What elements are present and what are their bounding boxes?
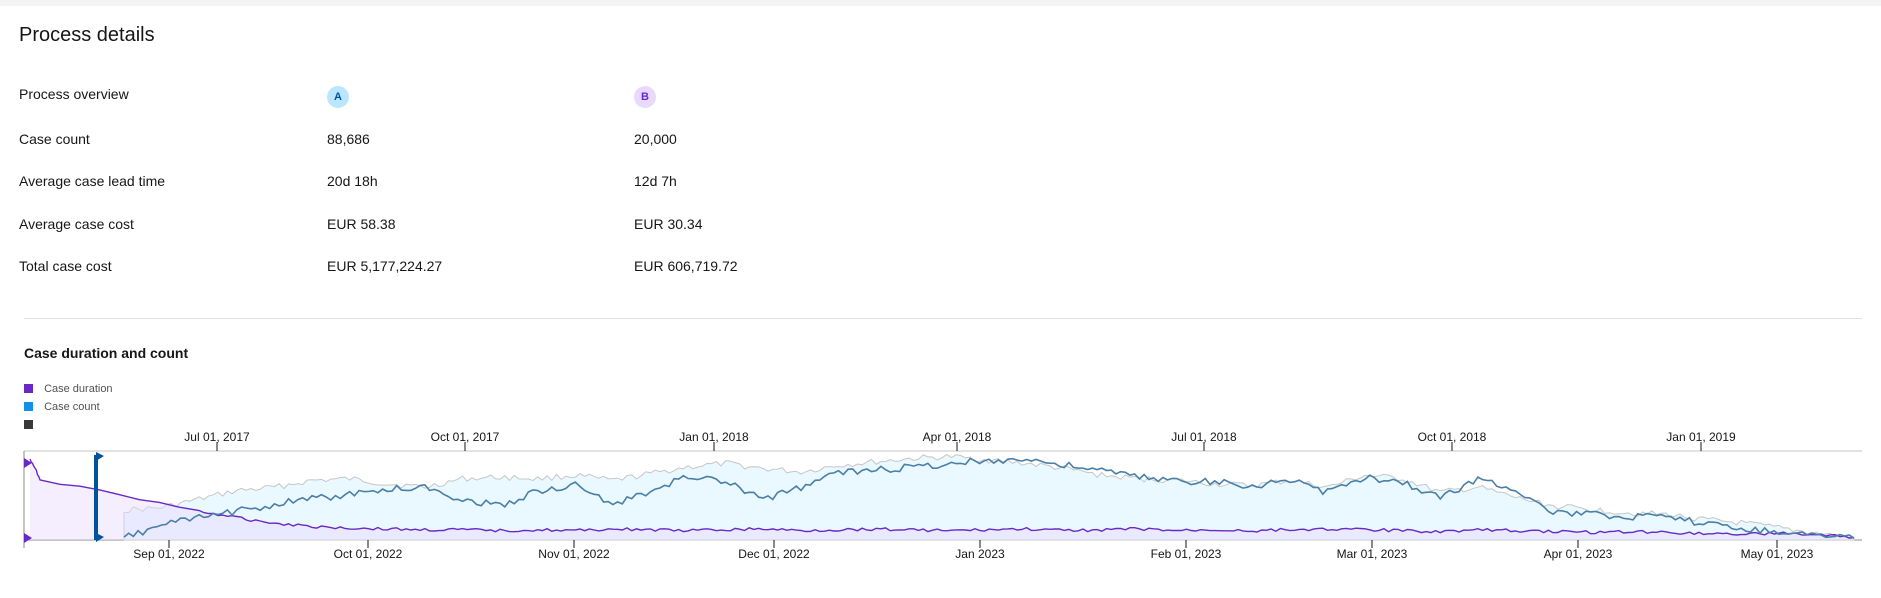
case-duration-count-chart: Jul 01, 2017 Oct 01, 2017 Jan 01, 2018 Apr …: [23, 430, 1862, 561]
top-axis-tick-label: Jan 01, 2018: [679, 430, 749, 444]
bottom-axis-tick-label: Jan 2023: [955, 547, 1005, 561]
bottom-axis-tick-label: Feb 01, 2023: [1151, 547, 1222, 561]
bottom-axis-tick-label: Sep 01, 2022: [133, 547, 205, 561]
bottom-axis-tick-label: Dec 01, 2022: [738, 547, 810, 561]
top-axis-tick-label: Oct 01, 2017: [431, 430, 500, 444]
brush-handle-flag-top: [96, 452, 104, 461]
top-axis-tick-label: Apr 01, 2018: [923, 430, 992, 444]
top-axis-tick-label: Jul 01, 2017: [184, 430, 250, 444]
top-axis-tick-label: Jul 01, 2018: [1171, 430, 1237, 444]
bottom-axis-tick-label: Apr 01, 2023: [1544, 547, 1613, 561]
bottom-axis-tick-label: Mar 01, 2023: [1337, 547, 1408, 561]
chart-layer: Jul 01, 2017 Oct 01, 2017 Jan 01, 2018 Apr …: [23, 430, 1862, 561]
top-axis-tick-label: Oct 01, 2018: [1418, 430, 1487, 444]
bottom-axis-tick-label: May 01, 2023: [1741, 547, 1814, 561]
bottom-axis-tick-label: Nov 01, 2022: [538, 547, 610, 561]
series-area-background: [123, 453, 1855, 541]
top-axis-tick-label: Jan 01, 2019: [1666, 430, 1736, 444]
bottom-axis-tick-label: Oct 01, 2022: [334, 547, 403, 561]
